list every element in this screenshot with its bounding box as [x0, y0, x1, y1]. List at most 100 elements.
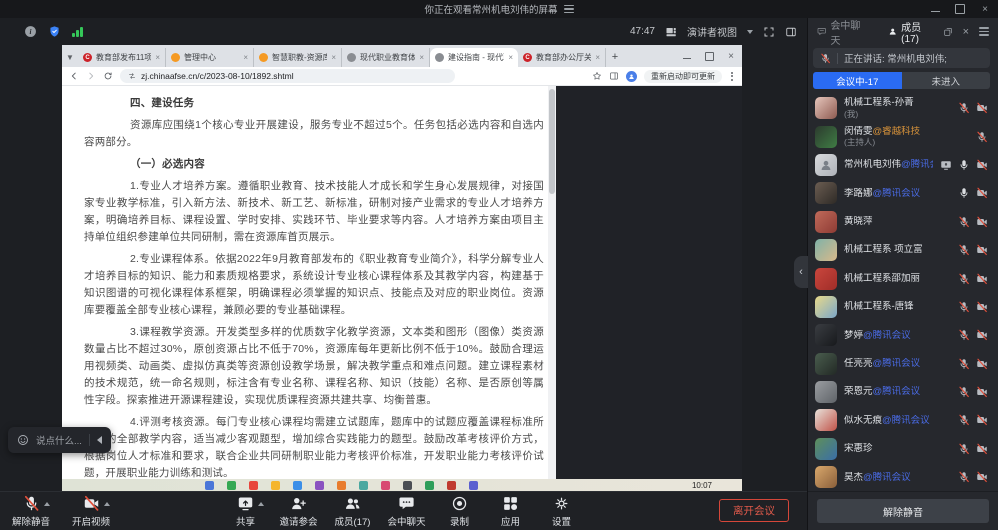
tab-members[interactable]: 成员(17): [888, 19, 934, 45]
popout-panel-icon[interactable]: [943, 27, 953, 37]
toolbar-settings-button[interactable]: 设置: [544, 495, 578, 528]
side-panel-toggle-icon[interactable]: [785, 26, 797, 38]
member-row[interactable]: 宋惠珍: [808, 435, 998, 463]
chrome-update-pill[interactable]: 重新启动即可更新: [644, 70, 722, 83]
browser-tab[interactable]: 现代职业教育体系改革×: [342, 48, 430, 67]
taskbar-app-icon[interactable]: [227, 481, 236, 490]
browser-maximize-icon[interactable]: [705, 52, 714, 61]
tab-close-icon[interactable]: ×: [419, 53, 424, 62]
browser-tab[interactable]: 智慧职教-资源库×: [254, 48, 342, 67]
meeting-info-icon[interactable]: i: [24, 25, 37, 38]
taskbar-app-icon[interactable]: [271, 481, 280, 490]
unmute-button[interactable]: 解除静音: [817, 499, 989, 523]
taskbar-app-icon[interactable]: [293, 481, 302, 490]
sidebar-collapse-handle[interactable]: ‹: [794, 256, 808, 288]
member-row[interactable]: 机械工程系 项立富: [808, 236, 998, 264]
member-row[interactable]: 昊杰@腾讯会议: [808, 463, 998, 491]
reload-icon[interactable]: [103, 71, 113, 81]
browser-close-icon[interactable]: ×: [728, 51, 734, 62]
profile-avatar[interactable]: [626, 71, 637, 82]
member-row[interactable]: 李路娜@腾讯会议: [808, 179, 998, 207]
minimize-button[interactable]: [931, 6, 940, 12]
toolbar-members-button[interactable]: 成员(17): [335, 495, 371, 528]
member-row[interactable]: 机械工程系-唐锋: [808, 293, 998, 321]
taskbar-app-icon[interactable]: [425, 481, 434, 490]
tab-search-chevron-icon[interactable]: ▼: [62, 53, 78, 67]
panel-menu-icon[interactable]: [979, 27, 989, 35]
member-name: 昊杰@腾讯会议: [844, 472, 951, 483]
security-shield-icon[interactable]: [48, 25, 61, 38]
emoji-smiley-icon[interactable]: [17, 434, 29, 446]
tab-chat[interactable]: 会中聊天: [817, 17, 865, 47]
toolbar-chat-button[interactable]: 会中聊天: [387, 495, 425, 528]
member-row[interactable]: 梦婷@腾讯会议: [808, 321, 998, 349]
member-row[interactable]: 任亮亮@腾讯会议: [808, 350, 998, 378]
maximize-button[interactable]: [955, 4, 965, 14]
close-button[interactable]: ×: [980, 4, 990, 14]
member-row[interactable]: 荣恩元@腾讯会议: [808, 378, 998, 406]
toolbar-record-button[interactable]: 录制: [442, 495, 476, 528]
tab-close-icon[interactable]: ×: [155, 53, 160, 62]
view-mode-selector[interactable]: 演讲者视图: [687, 24, 737, 39]
toolbar-mic-muted-button[interactable]: 解除静音: [12, 495, 50, 528]
taskbar-app-icon[interactable]: [337, 481, 346, 490]
browser-menu-icon[interactable]: [729, 72, 735, 81]
tab-close-icon[interactable]: ×: [243, 53, 248, 62]
taskbar-app-icon[interactable]: [315, 481, 324, 490]
taskbar-app-icon[interactable]: [469, 481, 478, 490]
leave-meeting-button[interactable]: 离开会议: [719, 499, 789, 522]
toolbar-caret-icon[interactable]: [258, 502, 264, 506]
quick-chat-bubble[interactable]: 说点什么...: [8, 427, 111, 453]
taskbar-app-icon[interactable]: [205, 481, 214, 490]
forward-icon[interactable]: [86, 71, 96, 81]
url-field[interactable]: zj.chinaafse.cn/c/2023-08-10/1892.shtml: [120, 69, 455, 83]
member-name: 任亮亮@腾讯会议: [844, 358, 951, 369]
browser-tab[interactable]: 管理中心×: [166, 48, 254, 67]
browser-minimize-icon[interactable]: [683, 54, 691, 59]
apps-icon: [502, 495, 519, 512]
doc-paragraph: 4.评测考核资源。每门专业核心课程均需建立试题库，题库中的试题应覆盖课程标准所规…: [84, 414, 544, 479]
toolbar-apps-button[interactable]: 应用: [493, 495, 527, 528]
back-icon[interactable]: [69, 71, 79, 81]
quick-chat-input[interactable]: 说点什么...: [36, 433, 82, 447]
member-filter-tabs: 会议中-17 未进入: [813, 72, 990, 89]
taskbar-app-icon[interactable]: [403, 481, 412, 490]
tab-in-meeting[interactable]: 会议中-17: [813, 72, 902, 89]
taskbar-app-icon[interactable]: [381, 481, 390, 490]
member-row[interactable]: 闵倩雯@睿越科技(主持人): [808, 122, 998, 150]
browser-tab[interactable]: C教育部办公厅关于做好×: [518, 48, 606, 67]
tab-not-joined[interactable]: 未进入: [902, 72, 991, 89]
fullscreen-icon[interactable]: [763, 26, 775, 38]
muted-mic-icon: [820, 53, 831, 64]
view-mode-caret-icon[interactable]: [747, 30, 753, 34]
reading-panel-icon[interactable]: [609, 71, 619, 81]
page-scrollbar-thumb[interactable]: [549, 89, 555, 194]
mic-muted-icon: [23, 495, 40, 512]
toolbar-share-screen-button[interactable]: 共享: [229, 495, 263, 528]
collapse-left-icon[interactable]: [97, 436, 102, 444]
member-row[interactable]: 机械工程系-孙菁(我): [808, 94, 998, 122]
tab-close-icon[interactable]: ×: [595, 53, 600, 62]
default-person-icon: [819, 158, 833, 172]
tab-close-icon[interactable]: ×: [331, 53, 336, 62]
toolbar-camera-muted-button[interactable]: 开启视频: [72, 495, 110, 528]
taskbar-app-icon[interactable]: [249, 481, 258, 490]
tab-close-icon[interactable]: ×: [508, 53, 513, 62]
toolbar-invite-button[interactable]: 邀请参会: [280, 495, 318, 528]
url-text: zj.chinaafse.cn/c/2023-08-10/1892.shtml: [141, 71, 294, 81]
title-menu-icon[interactable]: [564, 5, 574, 13]
close-panel-icon[interactable]: ×: [963, 26, 969, 38]
member-row[interactable]: 黄晓萍: [808, 208, 998, 236]
taskbar-app-icon[interactable]: [359, 481, 368, 490]
member-row[interactable]: 机械工程系邵加丽: [808, 264, 998, 292]
browser-tab[interactable]: 建设指南 - 现代职业教×: [430, 48, 518, 67]
member-name: 梦婷@腾讯会议: [844, 330, 951, 341]
toolbar-caret-icon[interactable]: [44, 502, 50, 506]
new-tab-button[interactable]: +: [606, 51, 624, 67]
browser-tab[interactable]: C教育部发布11项现代职×: [78, 48, 166, 67]
toolbar-caret-icon[interactable]: [104, 502, 110, 506]
bookmark-star-icon[interactable]: [592, 71, 602, 81]
taskbar-app-icon[interactable]: [447, 481, 456, 490]
member-row[interactable]: 常州机电刘伟@腾讯会议: [808, 151, 998, 179]
member-row[interactable]: 似水无痕@腾讯会议: [808, 406, 998, 434]
